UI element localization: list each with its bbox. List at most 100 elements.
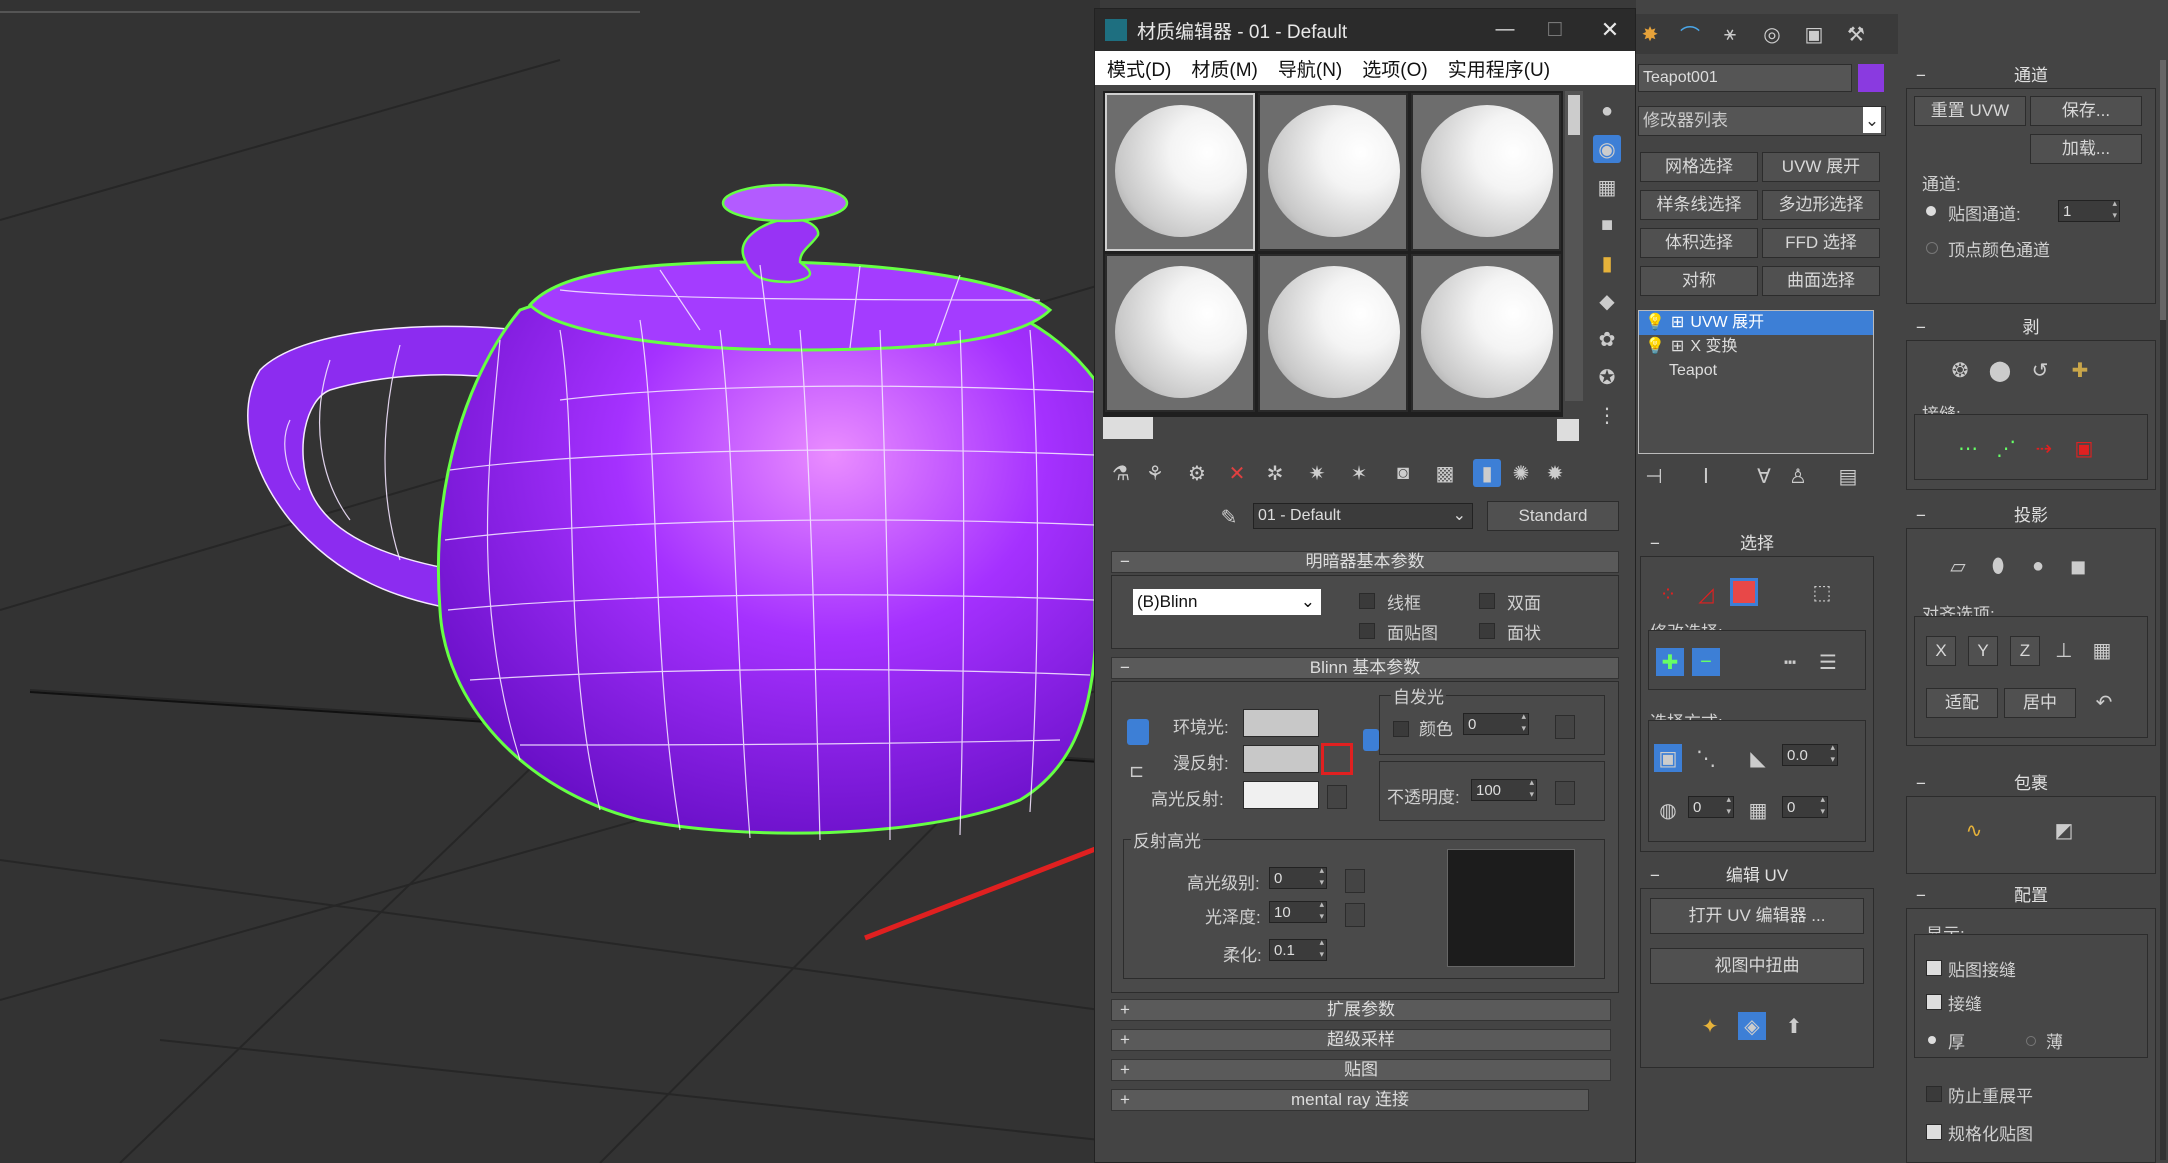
stack-item-xform[interactable]: 💡 ⊞ X 变换 [1639, 335, 1873, 359]
box-map-icon[interactable]: ◼ [2064, 552, 2092, 580]
select-by-smgroup-icon[interactable]: ◍ [1654, 796, 1682, 824]
self-illum-color-checkbox[interactable] [1393, 721, 1409, 737]
put-to-library-icon[interactable]: ✷ [1303, 459, 1331, 487]
reset-projection-icon[interactable]: ↶ [2090, 688, 2118, 716]
backlight-icon[interactable]: ◉ [1593, 135, 1621, 163]
reset-uvw-button[interactable]: 重置 UVW [1914, 96, 2026, 126]
material-editor-titlebar[interactable]: 材质编辑器 - 01 - Default — ☐ ✕ [1095, 9, 1635, 51]
menu-utilities[interactable]: 实用程序(U) [1448, 55, 1550, 82]
modifier-list-dropdown[interactable]: 修改器列表 ⌄ [1638, 106, 1886, 136]
unfold-strip-icon[interactable]: ◩ [2050, 816, 2078, 844]
vertex-select-icon[interactable]: ⁘ [1654, 580, 1682, 608]
make-unique-icon[interactable]: ∀ [1750, 462, 1778, 490]
expand-icon[interactable]: ⊞ [1671, 314, 1684, 331]
put-material-icon[interactable]: ⚘ [1141, 459, 1169, 487]
seams-checkbox[interactable] [1926, 994, 1942, 1010]
two-sided-checkbox[interactable] [1479, 593, 1495, 609]
sample-type-icon[interactable]: ● [1593, 97, 1621, 125]
ffd-select-button[interactable]: FFD 选择 [1762, 228, 1880, 258]
lock-ambient-diffuse-icon[interactable] [1127, 719, 1149, 745]
loop-icon[interactable]: ┅ [1776, 648, 1804, 676]
glossiness-map-button[interactable] [1345, 903, 1365, 927]
self-illum-map-button[interactable] [1555, 715, 1575, 739]
tweak-in-view-button[interactable]: 视图中扭曲 [1650, 948, 1864, 984]
map-channel-radio[interactable] [1926, 206, 1936, 216]
glossiness-spinner[interactable]: 10 [1269, 898, 1327, 923]
command-panel-scrollbar[interactable] [2160, 60, 2166, 1160]
specular-map-button[interactable] [1327, 785, 1347, 809]
go-to-parent-icon[interactable]: ▮ [1473, 459, 1501, 487]
expand-seams-icon[interactable]: ⇢ [2030, 434, 2058, 462]
diffuse-swatch[interactable] [1243, 745, 1319, 773]
pick-material-icon[interactable]: ✹ [1541, 459, 1569, 487]
menu-options[interactable]: 选项(O) [1362, 55, 1427, 82]
soften-spinner[interactable]: 0.1 [1269, 936, 1327, 961]
map-seams-checkbox[interactable] [1926, 960, 1942, 976]
specular-swatch[interactable] [1243, 781, 1319, 809]
spline-select-button[interactable]: 样条线选择 [1640, 190, 1758, 220]
uv-tiling-icon[interactable]: ■ [1593, 211, 1621, 239]
vertex-color-radio[interactable] [1926, 242, 1938, 254]
hierarchy-tab-icon[interactable]: ⚹ [1716, 20, 1744, 48]
slots-scrollbar[interactable] [1565, 91, 1583, 401]
projection-header[interactable]: − 投影 [1906, 504, 2156, 528]
symmetry-button[interactable]: 对称 [1640, 266, 1758, 296]
menu-navigation[interactable]: 导航(N) [1278, 55, 1342, 82]
make-unique-icon[interactable]: ✲ [1261, 459, 1289, 487]
planar-map-icon[interactable]: ▱ [1944, 552, 1972, 580]
channel-header[interactable]: − 通道 [1906, 64, 2156, 88]
expand-icon[interactable]: ⊞ [1671, 338, 1684, 355]
lightbulb-icon[interactable]: 💡 [1645, 314, 1665, 331]
maps-header[interactable]: + 贴图 [1111, 1059, 1611, 1081]
surface-select-button[interactable]: 曲面选择 [1762, 266, 1880, 296]
point-to-point-seams-icon[interactable]: ⋯ [1954, 434, 1982, 462]
quick-planar-map-icon[interactable]: ✦ [1696, 1012, 1724, 1040]
eyedropper-icon[interactable]: ✎ [1215, 503, 1243, 531]
options-icon[interactable]: ✿ [1593, 325, 1621, 353]
reset-map-icon[interactable]: ✕ [1223, 459, 1251, 487]
modify-tab-icon[interactable]: ⌒ [1676, 20, 1704, 48]
shrink-selection-icon[interactable]: − [1692, 648, 1720, 676]
stack-item-teapot[interactable]: Teapot [1639, 359, 1873, 383]
normalize-map-checkbox[interactable] [1926, 1124, 1942, 1140]
config-header[interactable]: − 配置 [1906, 884, 2156, 908]
sample-slot-1[interactable] [1105, 93, 1255, 251]
planar-angle-spinner[interactable]: 0.0 [1782, 741, 1838, 766]
object-color-swatch[interactable] [1858, 64, 1884, 92]
peel-header[interactable]: − 剥 [1906, 316, 2156, 340]
spline-wrap-icon[interactable]: ∿ [1960, 816, 1988, 844]
map-channel-spinner[interactable]: 1 [2058, 197, 2120, 222]
element-select-icon[interactable]: ⬚ [1808, 578, 1836, 606]
select-by-element-icon[interactable]: ▣ [1654, 744, 1682, 772]
view-align-icon[interactable]: ▦ [2088, 636, 2116, 664]
close-icon[interactable]: ✕ [1585, 17, 1635, 43]
reset-peel-icon[interactable]: ↺ [2026, 356, 2054, 384]
poly-select-button[interactable]: 多边形选择 [1762, 190, 1880, 220]
create-tab-icon[interactable]: ✸ [1636, 20, 1664, 48]
quick-peel-icon[interactable]: ❂ [1946, 356, 1974, 384]
material-type-button[interactable]: Standard [1487, 501, 1619, 531]
sample-slot-6[interactable] [1411, 254, 1561, 412]
quick-map-gizmo-icon[interactable]: ◈ [1738, 1012, 1766, 1040]
mesh-select-button[interactable]: 网格选择 [1640, 152, 1758, 182]
load-button[interactable]: 加载... [2030, 134, 2142, 164]
spec-level-map-button[interactable] [1345, 869, 1365, 893]
align-z-button[interactable]: Z [2010, 636, 2040, 666]
align-normal-icon[interactable]: ⊥ [2050, 636, 2078, 664]
seams-from-selection-icon[interactable]: ▣ [2070, 434, 2098, 462]
unwrap-uvw-button[interactable]: UVW 展开 [1762, 152, 1880, 182]
show-end-result-icon[interactable]: Ⅰ [1692, 462, 1720, 490]
material-name-field[interactable]: 01 - Default ⌄ [1253, 503, 1473, 529]
align-y-button[interactable]: Y [1968, 636, 1998, 666]
wrap-header[interactable]: − 包裹 [1906, 772, 2156, 796]
ring-icon[interactable]: ☰ [1814, 648, 1842, 676]
diffuse-map-button[interactable] [1321, 743, 1353, 775]
open-uv-editor-button[interactable]: 打开 UV 编辑器 ... [1650, 898, 1864, 934]
go-forward-sibling-icon[interactable]: ✺ [1507, 459, 1535, 487]
supersampling-header[interactable]: + 超级采样 [1111, 1029, 1611, 1051]
shader-params-header[interactable]: − 明暗器基本参数 [1111, 551, 1619, 573]
edge-select-icon[interactable]: ◿ [1692, 580, 1720, 608]
select-header[interactable]: − 选择 [1640, 532, 1874, 556]
shader-select[interactable]: (B)Blinn ⌄ [1133, 589, 1321, 615]
save-button[interactable]: 保存... [2030, 96, 2142, 126]
